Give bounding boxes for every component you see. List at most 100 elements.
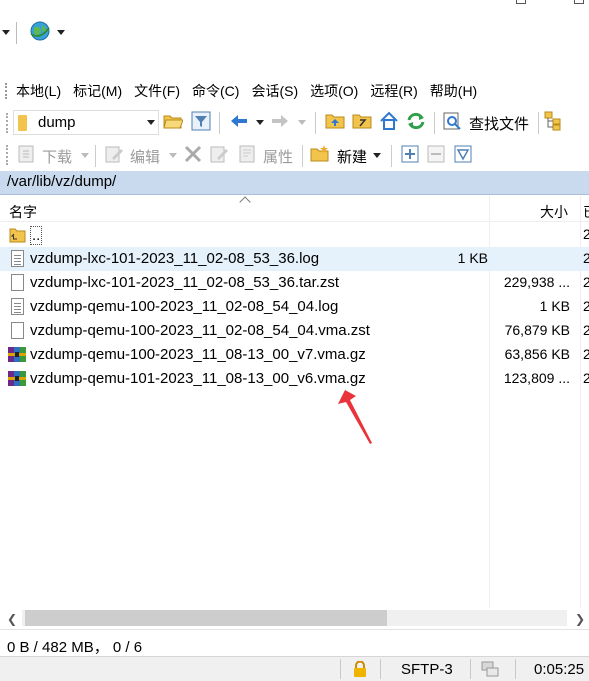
directory-combo[interactable] (13, 110, 159, 135)
globe-icon[interactable] (29, 20, 51, 42)
file-row[interactable]: vzdump-qemu-100-2023_11_08-13_00_v7.vma.… (0, 343, 589, 367)
status-divider (0, 629, 589, 630)
file-name: vzdump-lxc-101-2023_11_02-08_53_36.log (30, 250, 320, 267)
file-size: 76,879 KB (504, 322, 570, 338)
file-name: vzdump-qemu-101-2023_11_08-13_00_v6.vma.… (30, 370, 366, 387)
file-row[interactable]: vzdump-qemu-100-2023_11_02-08_54_04.vma.… (0, 319, 589, 343)
menu-local[interactable]: 本地(L) (16, 81, 61, 101)
refresh-icon[interactable] (406, 111, 426, 131)
file-size: 63,856 KB (504, 346, 570, 362)
file-date: 2 (583, 226, 589, 242)
column-header-name[interactable]: 名字 (9, 202, 37, 222)
select-filter-icon[interactable] (453, 144, 473, 164)
menubar: 本地(L) 标记(M) 文件(F) 命令(C) 会话(S) 选项(O) 远程(R… (0, 78, 589, 104)
toolbar-separator (391, 145, 392, 167)
file-row[interactable]: vzdump-qemu-101-2023_11_08-13_00_v6.vma.… (0, 367, 589, 391)
column-header-size[interactable]: 大小 (540, 202, 568, 222)
file-size: 123,809 ... (503, 370, 570, 386)
properties-icon (239, 145, 255, 163)
parent-directory-icon[interactable] (325, 111, 345, 131)
chevron-down-icon[interactable] (2, 30, 10, 35)
elapsed-time: 0:05:25 (534, 661, 585, 678)
file-size: 1 KB (539, 298, 570, 314)
network-icon (481, 661, 499, 677)
file-date: 2 (583, 250, 589, 266)
file-name: vzdump-qemu-100-2023_11_02-08_54_04.log (30, 298, 339, 315)
file-size: 1 KB (457, 250, 488, 266)
chevron-down-icon[interactable] (373, 153, 381, 158)
open-folder-icon[interactable] (163, 111, 183, 131)
toolbar-separator (219, 112, 220, 134)
menu-session[interactable]: 会话(S) (251, 81, 298, 101)
file-row[interactable]: vzdump-lxc-101-2023_11_02-08_53_36.tar.z… (0, 271, 589, 295)
expand-icon[interactable] (400, 144, 420, 164)
toolbar-separator (302, 145, 303, 167)
status-separator (470, 659, 471, 679)
column-header-changed[interactable]: 已 (583, 202, 589, 222)
chevron-down-icon[interactable] (256, 120, 264, 125)
selection-summary: 0 B / 482 MB， 0 / 6 (7, 639, 143, 656)
find-files-label[interactable]: 查找文件 (469, 113, 529, 134)
collapse-icon (427, 145, 445, 163)
chevron-down-icon (169, 153, 177, 158)
folder-icon (18, 115, 27, 131)
restore-icon[interactable] (516, 0, 526, 4)
window-top-strip (0, 0, 589, 14)
file-icon (11, 322, 24, 339)
chevron-down-icon[interactable] (147, 120, 155, 125)
file-row[interactable]: vzdump-lxc-101-2023_11_02-08_53_36.log 1… (0, 247, 589, 271)
menu-remote[interactable]: 远程(R) (370, 81, 417, 101)
toolbar-grip (6, 145, 9, 165)
edit-button[interactable]: 编辑 (130, 146, 160, 167)
properties-button[interactable]: 属性 (263, 146, 293, 167)
status-separator (340, 659, 341, 679)
download-icon (18, 145, 34, 163)
new-folder-icon[interactable] (310, 144, 330, 164)
scroll-right-icon[interactable]: ❯ (575, 612, 585, 626)
download-button[interactable]: 下载 (42, 146, 72, 167)
file-date: 2 (583, 370, 589, 386)
session-toolbar (0, 14, 589, 52)
protocol-label: SFTP-3 (401, 661, 453, 678)
back-arrow-icon[interactable] (229, 111, 249, 131)
find-files-icon[interactable] (442, 111, 462, 131)
status-separator (380, 659, 381, 679)
archive-icon (8, 347, 26, 362)
new-button[interactable]: 新建 (337, 146, 367, 167)
file-row[interactable]: vzdump-qemu-100-2023_11_02-08_54_04.log … (0, 295, 589, 319)
menu-commands[interactable]: 命令(C) (192, 81, 239, 101)
status-bar (0, 656, 589, 681)
forward-arrow-icon[interactable] (270, 111, 290, 131)
scroll-left-icon[interactable]: ❮ (7, 612, 17, 626)
menu-options[interactable]: 选项(O) (310, 81, 358, 101)
file-date: 2 (583, 298, 589, 314)
file-icon (11, 274, 24, 291)
home-icon[interactable] (379, 111, 399, 131)
chevron-down-icon[interactable] (57, 30, 65, 35)
file-date: 2 (583, 346, 589, 362)
file-list-header (0, 196, 589, 222)
parent-directory-row[interactable]: .. 2 (0, 223, 589, 247)
toolbar-separator (95, 145, 96, 167)
root-directory-icon[interactable] (352, 111, 372, 131)
toolbar-separator (538, 112, 539, 134)
rename-icon (210, 146, 228, 163)
toolbar-grip (5, 83, 7, 99)
file-date: 2 (583, 274, 589, 290)
menu-file[interactable]: 文件(F) (134, 81, 180, 101)
menu-help[interactable]: 帮助(H) (430, 81, 477, 101)
menu-mark[interactable]: 标记(M) (73, 81, 122, 101)
log-file-icon (11, 298, 24, 315)
file-name: vzdump-qemu-100-2023_11_02-08_54_04.vma.… (30, 322, 370, 339)
current-path[interactable]: /var/lib/vz/dump/ (7, 173, 116, 190)
file-name: vzdump-qemu-100-2023_11_08-13_00_v7.vma.… (30, 346, 366, 363)
tree-view-icon[interactable] (544, 111, 564, 131)
toolbar-separator (16, 22, 17, 44)
chevron-down-icon (81, 153, 89, 158)
scrollbar-thumb[interactable] (25, 610, 387, 626)
file-name: vzdump-lxc-101-2023_11_02-08_53_36.tar.z… (30, 274, 340, 291)
filter-icon[interactable] (191, 111, 211, 131)
lock-icon (354, 661, 366, 677)
close-icon[interactable] (574, 0, 584, 4)
archive-icon (8, 371, 26, 386)
